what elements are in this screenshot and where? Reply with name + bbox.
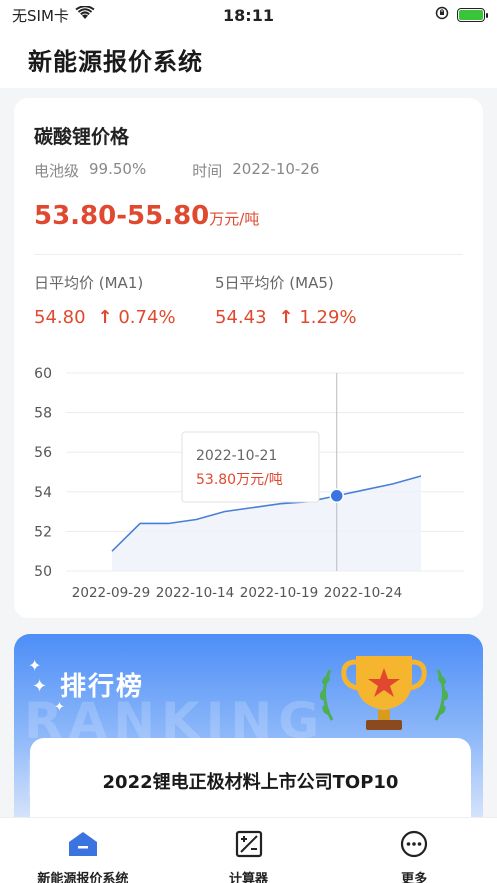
y-tick-label: 56 [34,445,52,461]
tab-label-calculator: 计算器 [229,872,269,883]
ma1-label: 日平均价 (MA1) [34,274,144,292]
app-header: 新能源报价系统 [0,30,497,88]
tab-calculator[interactable]: 计算器 [166,818,332,883]
tab-bar: 新能源报价系统 计算器 更多 [0,817,497,883]
arrow-up-icon: ↑ [278,307,294,328]
ma1-price: 54.80 [34,307,86,328]
ma1-block: 日平均价 (MA1) 54.80 ↑ 0.74% [34,272,176,328]
home-icon [67,830,99,862]
tooltip-date: 2022-10-21 [196,448,277,464]
wifi-icon [75,5,95,24]
x-tick-label: 2022-09-29 [72,585,150,601]
more-icon [400,830,428,862]
status-bar: 无SIM卡 18:11 [0,0,497,30]
time-label: 时间 [192,162,223,180]
x-tick-label: 2022-10-19 [240,585,318,601]
carrier-label: 无SIM卡 [12,6,69,25]
battery-icon [457,8,488,22]
y-tick-label: 52 [34,524,52,540]
sparkle-icon: ✦ [32,676,48,697]
price-chart[interactable]: 60 58 56 54 52 50 2022-09-29 2022-10-14 2022-10-… [14,358,483,608]
ranking-title: 排行榜 [60,672,145,702]
ma1-change: 0.74% [118,307,176,328]
y-tick-label: 50 [34,564,52,580]
ma5-change: 1.29% [299,307,357,328]
ma5-label: 5日平均价 (MA5) [215,274,334,292]
y-tick-label: 60 [34,366,52,382]
arrow-up-icon: ↑ [97,307,113,328]
sparkle-icon: ✦ [28,656,42,675]
grade-value: 99.50% [89,160,147,178]
tab-label-home: 新能源报价系统 [37,872,129,883]
x-tick-label: 2022-10-24 [324,585,402,601]
tab-label-more: 更多 [401,872,428,883]
tab-home[interactable]: 新能源报价系统 [0,818,166,883]
tooltip-value: 53.80万元/吨 [196,472,283,488]
divider [34,254,463,255]
y-tick-label: 54 [34,485,52,501]
price-range-value: 53.80-55.80 [34,201,210,231]
tab-more[interactable]: 更多 [331,818,497,883]
price-chart-svg[interactable]: 60 58 56 54 52 50 2022-09-29 2022-10-14 2022-10-… [14,358,483,608]
time-value: 2022-10-26 [232,160,320,178]
page-title: 新能源报价系统 [28,47,203,76]
ma5-block: 5日平均价 (MA5) 54.43 ↑ 1.29% [215,272,357,328]
y-tick-label: 58 [34,406,52,422]
calculator-icon [235,830,263,862]
price-meta: 电池级 99.50% 时间 2022-10-26 [34,160,319,181]
grade-label: 电池级 [34,162,80,180]
price-card-title: 碳酸锂价格 [34,126,130,148]
price-unit: 万元/吨 [209,210,260,228]
highlight-point [329,488,344,504]
ranking-heading: 2022锂电正极材料上市公司TOP10 [102,772,399,793]
x-tick-label: 2022-10-14 [156,585,234,601]
tooltip-box [181,431,320,503]
price-range: 53.80-55.80万元/吨 [34,201,259,231]
orientation-lock-icon [435,6,449,24]
trophy-icon [314,650,454,744]
price-card: 碳酸锂价格 电池级 99.50% 时间 2022-10-26 53.80-55.… [14,98,483,618]
ma5-price: 54.43 [215,307,267,328]
